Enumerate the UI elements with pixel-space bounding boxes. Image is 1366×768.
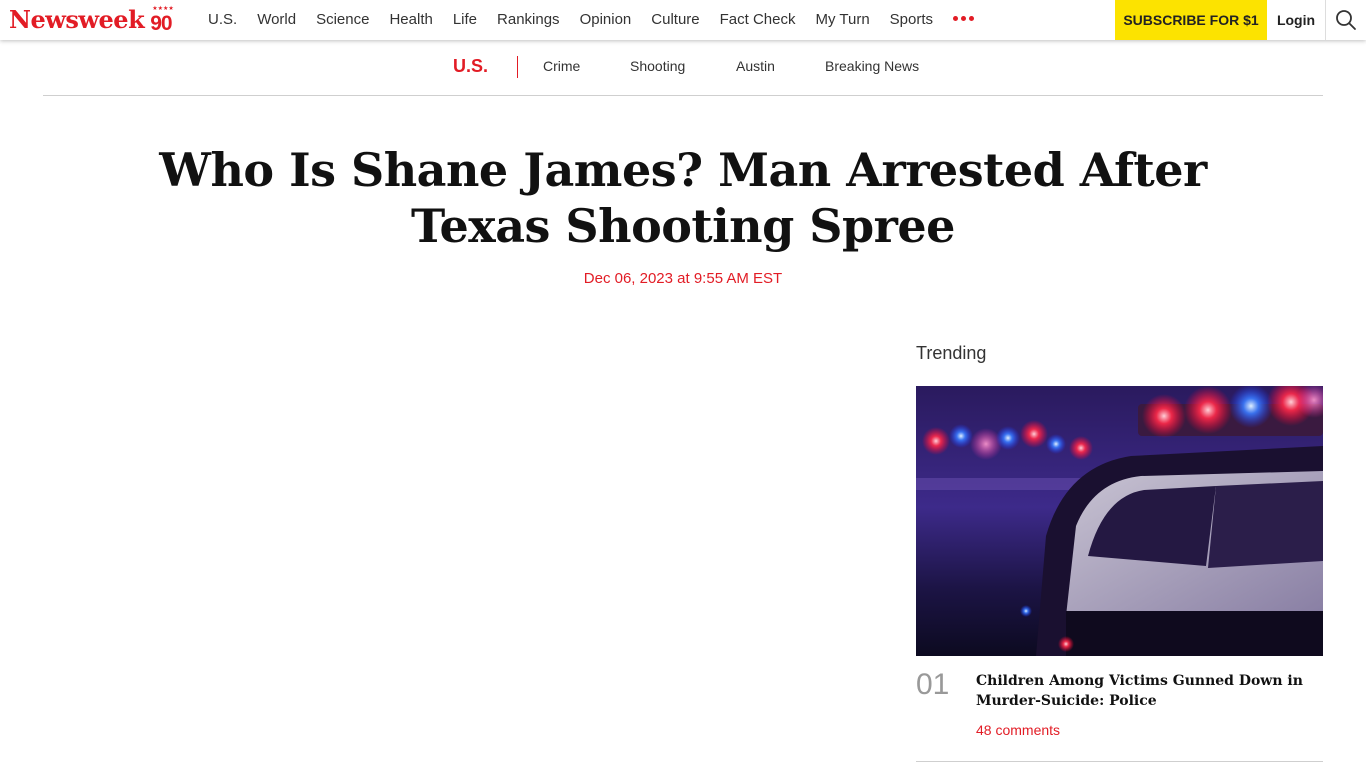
trending-comments-link[interactable]: 48 comments [976, 722, 1060, 738]
nav-item-rankings[interactable]: Rankings [487, 0, 570, 40]
subnav-link-shooting[interactable]: Shooting [630, 58, 685, 74]
newsweek-logo[interactable]: Newsweek ★★★★ 90 [9, 5, 176, 35]
nav-item-opinion[interactable]: Opinion [570, 0, 642, 40]
search-button[interactable] [1325, 0, 1366, 40]
nav-item-fact-check[interactable]: Fact Check [710, 0, 806, 40]
trending-heading: Trending [916, 343, 987, 363]
nav-item-world[interactable]: World [247, 0, 306, 40]
trending-headline[interactable]: Children Among Victims Gunned Down in Mu… [976, 671, 1306, 711]
nav-item-us[interactable]: U.S. [198, 0, 247, 40]
nav-item-my-turn[interactable]: My Turn [805, 0, 879, 40]
nav-item-life[interactable]: Life [443, 0, 487, 40]
trending-rank: 01 [916, 668, 950, 701]
trending-divider [916, 761, 1323, 762]
subnav-section-us[interactable]: U.S. [453, 56, 488, 77]
subnav-link-breaking-news[interactable]: Breaking News [825, 58, 919, 74]
police-car-lights-photo [916, 386, 1323, 656]
subnav-divider [517, 56, 518, 78]
subscribe-button[interactable]: SUBSCRIBE FOR $1 [1115, 0, 1267, 40]
login-button[interactable]: Login [1267, 0, 1325, 40]
article-date: Dec 06, 2023 at 9:55 AM EST [583, 270, 783, 287]
more-dots-icon[interactable] [947, 0, 980, 40]
article-title: Who Is Shane James? Man Arrested After T… [159, 143, 1207, 253]
anniversary-badge: ★★★★ 90 [150, 5, 176, 35]
nav-item-health[interactable]: Health [379, 0, 442, 40]
trending-item-image[interactable] [916, 386, 1323, 656]
section-subnav: U.S. Crime Shooting Austin Breaking News [43, 40, 1323, 96]
main-nav: U.S. World Science Health Life Rankings … [198, 0, 980, 40]
nav-item-culture[interactable]: Culture [641, 0, 709, 40]
subnav-link-crime[interactable]: Crime [543, 58, 580, 74]
search-icon [1336, 10, 1356, 30]
nav-item-science[interactable]: Science [306, 0, 379, 40]
badge-number: 90 [150, 12, 172, 35]
subnav-link-austin[interactable]: Austin [736, 58, 775, 74]
nav-item-sports[interactable]: Sports [880, 0, 943, 40]
top-navigation-bar: Newsweek ★★★★ 90 U.S. World Science Heal… [0, 0, 1366, 40]
logo-wordmark: Newsweek [9, 5, 145, 34]
